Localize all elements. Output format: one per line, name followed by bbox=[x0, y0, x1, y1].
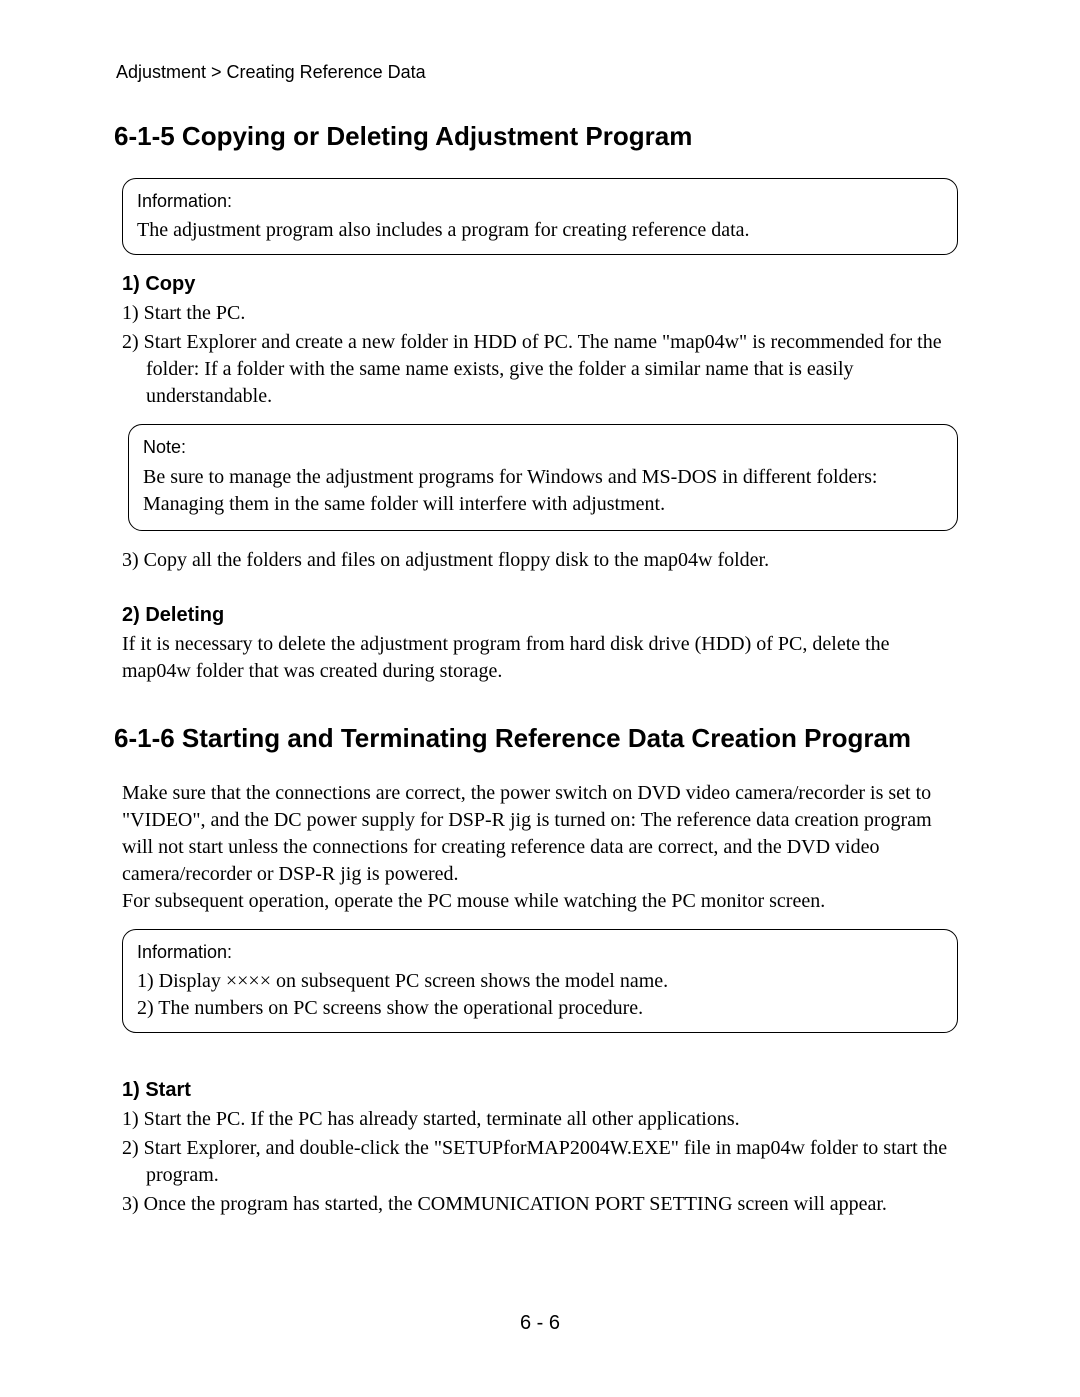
breadcrumb: Adjustment > Creating Reference Data bbox=[116, 62, 962, 83]
subheading-start: 1) Start bbox=[122, 1079, 962, 1102]
list-item: 3) Once the program has started, the COM… bbox=[122, 1191, 962, 1218]
start-steps: 1) Start the PC. If the PC has already s… bbox=[122, 1106, 962, 1218]
information-body: The adjustment program also includes a p… bbox=[137, 219, 750, 241]
list-item: 1) Start the PC. bbox=[122, 300, 962, 327]
information-label: Information: bbox=[137, 940, 943, 964]
copy-steps-cont: 3) Copy all the folders and files on adj… bbox=[122, 547, 962, 574]
list-item: 2) Start Explorer, and double-click the … bbox=[122, 1135, 962, 1189]
deleting-body: If it is necessary to delete the adjustm… bbox=[122, 631, 962, 685]
copy-steps: 1) Start the PC. 2) Start Explorer and c… bbox=[122, 300, 962, 410]
intro-6-1-6: Make sure that the connections are corre… bbox=[122, 780, 962, 915]
heading-6-1-5: 6-1-5 Copying or Deleting Adjustment Pro… bbox=[114, 121, 962, 152]
deleting-text: If it is necessary to delete the adjustm… bbox=[122, 631, 962, 685]
note-label: Note: bbox=[143, 435, 943, 459]
intro-paragraph-1: Make sure that the connections are corre… bbox=[122, 780, 962, 888]
list-item: 1) Start the PC. If the PC has already s… bbox=[122, 1106, 962, 1133]
list-item: 2) Start Explorer and create a new folde… bbox=[122, 329, 962, 410]
information-label: Information: bbox=[137, 189, 943, 213]
subheading-copy: 1) Copy bbox=[122, 273, 962, 296]
information-box: Information: The adjustment program also… bbox=[122, 178, 958, 255]
note-box: Note: Be sure to manage the adjustment p… bbox=[128, 424, 958, 530]
subheading-deleting: 2) Deleting bbox=[122, 604, 962, 627]
information-line-1: 1) Display ×××× on subsequent PC screen … bbox=[137, 968, 943, 995]
list-item: 3) Copy all the folders and files on adj… bbox=[122, 547, 962, 574]
document-page: Adjustment > Creating Reference Data 6-1… bbox=[0, 0, 1080, 1397]
intro-paragraph-2: For subsequent operation, operate the PC… bbox=[122, 888, 962, 915]
page-number: 6 - 6 bbox=[0, 1312, 1080, 1335]
heading-6-1-6: 6-1-6 Starting and Terminating Reference… bbox=[114, 723, 962, 754]
information-box-2: Information: 1) Display ×××× on subseque… bbox=[122, 929, 958, 1033]
information-line-2: 2) The numbers on PC screens show the op… bbox=[137, 995, 943, 1022]
note-body: Be sure to manage the adjustment program… bbox=[143, 466, 877, 515]
